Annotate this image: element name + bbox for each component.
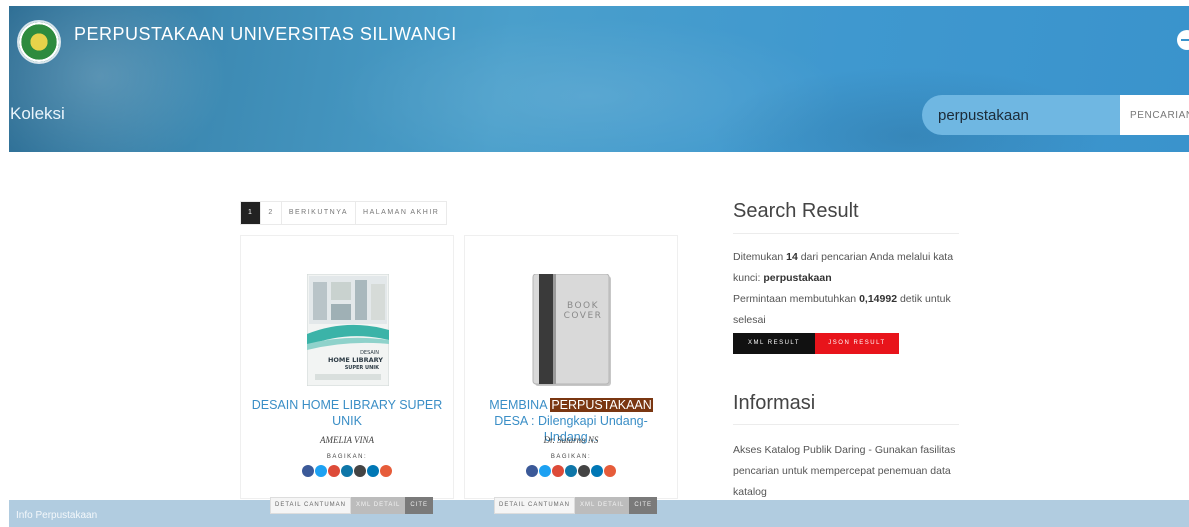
last-page-link[interactable]: HALAMAN AKHIR [356,202,446,224]
search-keyword: perpustakaan [763,272,832,284]
stumbleupon-icon[interactable] [604,465,616,477]
search-result-heading: Search Result [733,200,859,222]
digg-icon[interactable] [565,465,577,477]
book-card: DESAIN HOME LIBRARY SUPER UNIK DESAIN HO… [240,235,454,499]
page-link-2[interactable]: 2 [261,202,282,224]
cover-text: SUPER UNIK [345,365,380,371]
linkedin-icon[interactable] [591,465,603,477]
search-input[interactable] [922,95,1120,135]
page-title: Koleksi [10,104,65,123]
query-time: 0,14992 [859,293,898,305]
share-buttons [465,465,677,477]
search-button[interactable]: PENCARIAN [1120,95,1189,135]
digg-icon[interactable] [341,465,353,477]
pagination: 1 2 BERIKUTNYA HALAMAN AKHIR [240,201,448,225]
cover-text: BOOK [567,301,599,311]
facebook-icon[interactable] [302,465,314,477]
summary-text: kunci: [733,272,764,284]
reddit-icon[interactable] [354,465,366,477]
xml-result-button[interactable]: XML RESULT [733,333,815,354]
footer-link[interactable]: Info Perpustakaan [16,510,97,521]
json-result-button[interactable]: JSON RESULT [815,333,899,354]
cover-text: HOME LIBRARY [328,356,383,364]
page-link-1[interactable]: 1 [241,202,262,224]
facebook-icon[interactable] [526,465,538,477]
summary-text: Ditemukan [733,251,787,263]
summary-text: Permintaan membutuhkan [733,293,860,305]
informasi-text: Akses Katalog Publik Daring - Gunakan fa… [733,440,973,503]
book-title-link[interactable]: DESAIN HOME LIBRARY SUPER UNIK [249,397,445,429]
book-author[interactable]: Dr. Sutarno NS [465,435,677,445]
google-plus-icon[interactable] [328,465,340,477]
google-plus-icon[interactable] [552,465,564,477]
book-cover-image[interactable]: DESAIN HOME LIBRARY SUPER UNIK [307,274,389,386]
summary-text: detik untuk [897,293,951,305]
footer-bar [9,500,1189,527]
info-line: Akses Katalog Publik Daring - Gunakan fa… [733,444,956,456]
university-logo[interactable] [19,22,59,62]
twitter-icon[interactable] [539,465,551,477]
summary-text: selesai [733,314,766,326]
site-title[interactable]: PERPUSTAKAAN UNIVERSITAS SILIWANGI [74,24,457,45]
divider [733,424,959,425]
title-text: MEMBINA [489,398,551,412]
result-count: 14 [786,251,798,263]
twitter-icon[interactable] [315,465,327,477]
reddit-icon[interactable] [578,465,590,477]
search-result-summary: Ditemukan 14 dari pencarian Anda melalui… [733,247,973,331]
next-page-link[interactable]: BERIKUTNYA [282,202,357,224]
linkedin-icon[interactable] [367,465,379,477]
cover-text: COVER [564,311,603,321]
search-highlight: PERPUSTAKAAN [550,398,653,412]
stumbleupon-icon[interactable] [380,465,392,477]
book-author[interactable]: AMELIA VINA [241,435,453,445]
share-label: BAGIKAN: [550,454,592,460]
book-cover-image[interactable]: BOOK COVER [531,274,613,386]
book-card: BOOK COVER MEMBINA PERPUSTAKAAN DESA : D… [464,235,678,499]
info-line: pencarian untuk mempercepat penemuan dat… [733,465,951,477]
informasi-heading: Informasi [733,392,816,414]
divider [733,233,959,234]
summary-text: dari pencarian Anda melalui kata [797,251,954,263]
share-label: BAGIKAN: [326,454,368,460]
share-buttons [241,465,453,477]
